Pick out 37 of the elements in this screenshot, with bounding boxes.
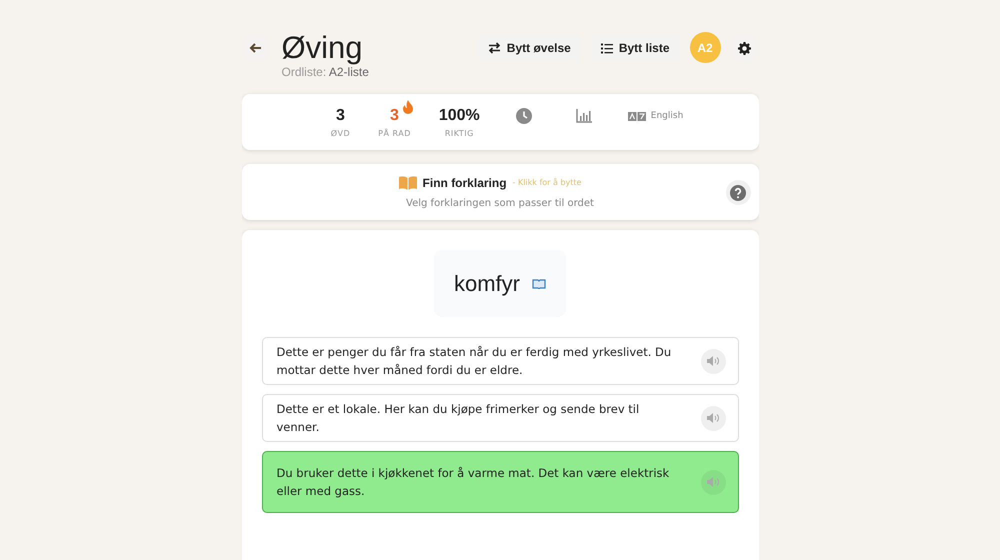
list-label: Ordliste: [282,65,326,79]
clock-icon[interactable] [516,108,532,124]
switch-hint: - Klikk for å bytte [512,178,582,187]
stat-value: 3 [336,106,345,124]
exercise-title[interactable]: Finn forklaring [422,176,507,190]
bar-chart-icon[interactable] [576,109,592,123]
stat-label: ØVD [330,128,350,138]
answer-text: Du bruker dette i kjøkkenet for å varme mat. Det kan være elektrisk eller med gass. [276,465,670,500]
answer-option[interactable]: Du bruker dette i kjøkkenet for å varme mat. Det kan være elektrisk eller med gass. [262,451,738,513]
stat-value: 3 [390,106,399,124]
flame-icon [403,100,414,114]
open-book-icon [398,176,417,190]
translate-icon[interactable] [628,112,646,120]
speaker-button[interactable] [700,348,726,374]
dictionary-icon[interactable] [532,278,546,288]
stat-value: 100% [438,106,480,124]
speaker-icon [707,413,719,423]
language-label[interactable]: English [650,111,684,121]
speaker-icon [707,477,719,487]
settings-icon [738,42,751,54]
speaker-button[interactable] [700,406,726,430]
exercise-instruction: Velg forklaringen som passer til ordet [406,198,594,208]
answer-option[interactable]: Dette er penger du får fra staten når du er ferdig med yrkeslivet. Du mottar dette hver måned fordi du er eldre. [262,337,738,385]
help-button[interactable] [726,180,750,205]
back-arrow-icon [248,41,262,55]
list-icon [600,42,613,54]
list-name: A2-liste [328,65,369,79]
help-icon [730,184,746,200]
stat-label: PÅ RAD [378,128,411,138]
speaker-icon [707,356,719,366]
page-title: Øving [282,31,364,65]
answer-text: Dette er penger du får fra staten når du er ferdig med yrkeslivet. Du mottar dette hver måned fordi du er eldre. [276,344,672,379]
swap-arrows-icon [488,42,501,54]
answer-text: Dette er et lokale. Her kan du kjøpe frimerker og sende brev til venner. [276,401,640,436]
answer-option[interactable]: Dette er et lokale. Her kan du kjøpe frimerker og sende brev til venner. [262,394,738,442]
stat-label: RIKTIG [444,128,474,138]
quiz-word: komfyr [454,270,520,296]
